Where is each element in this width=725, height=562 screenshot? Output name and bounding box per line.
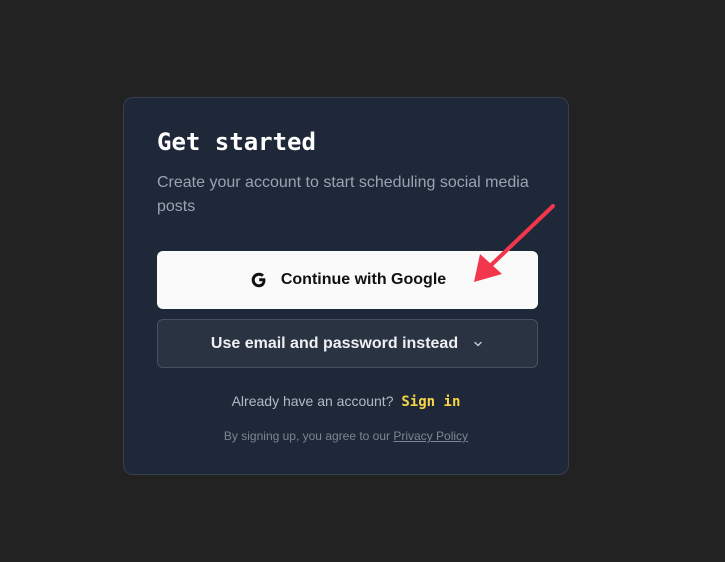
have-account-text: Already have an account?	[231, 393, 394, 409]
terms-notice: By signing up, you agree to our Privacy …	[124, 429, 568, 443]
signup-card: Get started Create your account to start…	[123, 97, 569, 475]
email-button-label: Use email and password instead	[210, 334, 459, 352]
google-button-label: Continue with Google	[280, 271, 447, 288]
use-email-password-button[interactable]: Use email and password instead	[157, 319, 538, 368]
page-subtitle: Create your account to start scheduling …	[157, 174, 529, 215]
continue-with-google-button[interactable]: Continue with Google	[157, 251, 538, 309]
terms-text: By signing up, you agree to our	[223, 429, 391, 443]
privacy-policy-link[interactable]: Privacy Policy	[393, 429, 468, 443]
google-g-icon	[249, 270, 269, 290]
sign-in-link[interactable]: Sign in	[401, 394, 460, 410]
page-title: Get started	[157, 128, 316, 156]
sign-in-prompt: Already have an account? Sign in	[124, 393, 568, 410]
chevron-down-icon	[472, 338, 484, 350]
